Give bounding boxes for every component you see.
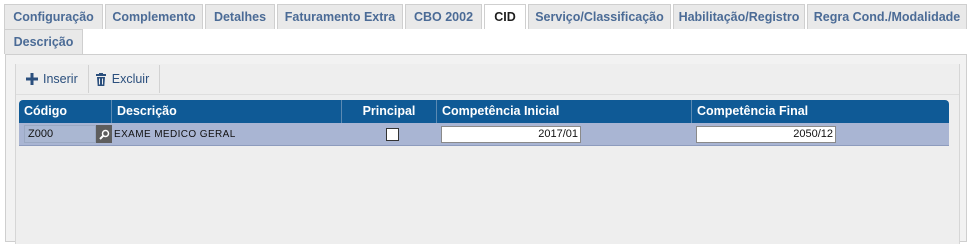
cell-competencia-final: [692, 123, 949, 145]
toolbar: Inserir Excluir: [16, 64, 959, 95]
trash-icon: [95, 72, 106, 86]
delete-label: Excluir: [111, 72, 150, 86]
plus-icon: [26, 73, 38, 85]
tab-descricao[interactable]: Descrição: [4, 29, 83, 54]
tab-regra-cond-modalidade[interactable]: Regra Cond./Modalidade: [807, 4, 967, 29]
cid-section: Inserir Excluir Código Descrição Princip…: [15, 64, 960, 244]
cell-principal: [342, 123, 437, 145]
competencia-inicial-input[interactable]: [441, 125, 581, 143]
tab-servico-classificacao[interactable]: Serviço/Classificação: [528, 4, 671, 29]
delete-button[interactable]: Excluir: [89, 65, 161, 93]
tab-habilitacao-registro[interactable]: Habilitação/Registro: [673, 4, 805, 29]
insert-label: Inserir: [43, 72, 78, 86]
grid-header: Código Descrição Principal Competência I…: [19, 100, 949, 123]
tab-faturamento-extra[interactable]: Faturamento Extra: [277, 4, 403, 29]
insert-button[interactable]: Inserir: [20, 65, 89, 93]
table-row[interactable]: EXAME MEDICO GERAL: [19, 123, 949, 146]
tab-bar: Configuração Complemento Detalhes Fatura…: [4, 4, 972, 54]
column-header-competencia-inicial[interactable]: Competência Inicial: [437, 100, 692, 123]
tab-row-1: Configuração Complemento Detalhes Fatura…: [4, 4, 972, 29]
cell-descricao: EXAME MEDICO GERAL: [112, 123, 342, 145]
tab-cid[interactable]: CID: [484, 4, 526, 29]
code-input[interactable]: [24, 125, 96, 143]
cell-competencia-inicial: [437, 123, 692, 145]
tab-row-2: Descrição: [4, 29, 972, 54]
search-icon: [98, 129, 109, 140]
tab-cbo-2002[interactable]: CBO 2002: [405, 4, 482, 29]
column-header-codigo[interactable]: Código: [19, 100, 112, 123]
competencia-final-input[interactable]: [696, 125, 836, 143]
tab-configuracao[interactable]: Configuração: [4, 4, 103, 29]
column-header-principal[interactable]: Principal: [342, 100, 437, 123]
cid-grid: Código Descrição Principal Competência I…: [19, 100, 949, 146]
column-header-competencia-final[interactable]: Competência Final: [692, 100, 949, 123]
tab-content-panel: Inserir Excluir Código Descrição Princip…: [5, 54, 967, 244]
cell-codigo: [19, 123, 112, 145]
principal-checkbox[interactable]: [386, 127, 399, 141]
description-text: EXAME MEDICO GERAL: [114, 128, 236, 140]
code-search-button[interactable]: [96, 125, 112, 143]
tab-complemento[interactable]: Complemento: [105, 4, 203, 29]
column-header-descricao[interactable]: Descrição: [112, 100, 342, 123]
tab-detalhes[interactable]: Detalhes: [205, 4, 275, 29]
